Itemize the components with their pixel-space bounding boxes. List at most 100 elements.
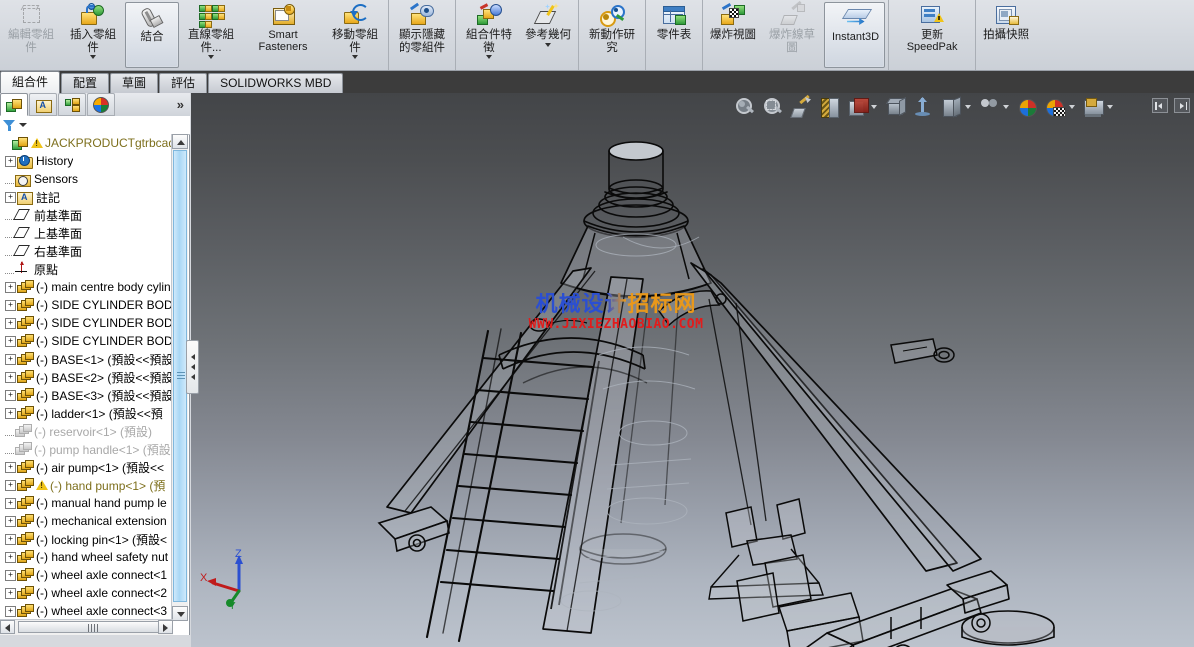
tree-horizontal-scrollbar[interactable] [0,619,173,635]
ribbon-button-new-motion-study[interactable]: 新動作研究 [578,0,643,70]
tree-node[interactable]: + (-) ladder<1> (預設<<預 [0,404,173,422]
expand-node-button[interactable]: + [5,587,16,599]
ribbon-button-take-snapshot[interactable]: 拍攝快照 [975,0,1034,70]
tree-node[interactable]: 原點 [0,260,173,278]
manager-overflow-button[interactable]: » [177,97,184,112]
tree-node[interactable]: + (-) hand pump<1> (預 [0,476,173,494]
ribbon-button-insert-component[interactable]: 插入零組件 [62,0,124,70]
ribbon-button-label: 參考幾何 [525,29,571,41]
chevron-down-icon[interactable] [352,55,358,59]
chevron-down-icon[interactable] [208,55,214,59]
annotations-icon [17,190,33,205]
tree-node[interactable]: + 註記 [0,188,173,206]
ribbon-button-update-speedpak[interactable]: 更新 SpeedPak [888,0,973,70]
tab-2[interactable]: 草圖 [110,73,159,93]
tree-connector [5,426,14,436]
tree-node[interactable]: + (-) SIDE CYLINDER BODY [0,296,173,314]
feature-manager-tab[interactable] [0,93,28,116]
ribbon-button-mate[interactable]: 結合 [125,2,179,68]
graphics-area[interactable]: 机械设计招标网 WWW.JIXIEZHAOBIAO.COM Z X Y [191,93,1194,647]
expand-node-button[interactable]: + [5,497,16,509]
expand-node-button[interactable]: + [5,461,16,473]
tab-4[interactable]: SOLIDWORKS MBD [208,73,344,93]
tree-node[interactable]: + (-) BASE<3> (預設<<預設 [0,386,173,404]
ribbon-button-linear-component-pattern[interactable]: 直線零組件... [180,0,242,70]
tree-node[interactable]: Sensors [0,170,173,188]
scroll-up-button[interactable] [172,134,188,149]
part-icon [17,549,34,565]
plane-icon [15,244,31,259]
tree-connector [5,264,14,274]
tree-node[interactable]: 上基準面 [0,224,173,242]
tree-node[interactable]: + (-) manual hand pump le [0,494,173,512]
display-manager-tab[interactable] [87,93,115,116]
tree-node[interactable]: 右基準面 [0,242,173,260]
expand-node-button[interactable]: + [5,299,16,311]
ribbon-button-instant3d[interactable]: Instant3D [824,2,886,68]
tab-1[interactable]: 配置 [61,73,110,93]
expand-node-button[interactable]: + [5,389,16,401]
tree-node[interactable]: + (-) locking pin<1> (預設< [0,530,173,548]
tree-node[interactable]: + (-) BASE<2> (預設<<預設 [0,368,173,386]
scroll-right-button[interactable] [158,620,173,634]
chevron-down-icon[interactable] [545,42,551,47]
scroll-left-button[interactable] [0,620,15,634]
chevron-down-icon[interactable] [90,55,96,59]
expand-node-button[interactable]: + [5,533,16,545]
expand-node-button[interactable]: + [5,551,16,563]
expand-node-button[interactable]: + [5,479,16,491]
expand-node-button[interactable]: + [5,515,16,527]
tree-node[interactable]: + (-) wheel axle connect<1 [0,566,173,584]
expand-node-button[interactable]: + [5,335,16,347]
tab-0[interactable]: 組合件 [0,71,61,93]
chevron-down-icon[interactable] [486,55,492,59]
chevron-down-icon[interactable] [19,123,27,127]
tree-node[interactable]: JACKPRODUCTgtrbcad ( [0,134,173,152]
ribbon-button-smart-fasteners[interactable]: Smart Fasteners [242,0,324,70]
ribbon-button-move-component[interactable]: 移動零組件 [324,0,386,70]
expand-node-button[interactable]: + [5,605,16,617]
tree-filter-bar[interactable] [0,116,190,135]
scroll-down-button[interactable] [172,606,188,621]
scroll-thumb-vertical[interactable] [173,150,187,602]
feature-tree[interactable]: JACKPRODUCTgtrbcad ( + History Sensors + 註記前基… [0,134,173,621]
expand-node-button[interactable]: + [5,281,16,293]
ribbon-button-bill-of-materials[interactable]: 零件表 [645,0,700,70]
ribbon-button-assembly-features[interactable]: 組合件特徵 [455,0,520,70]
ribbon-button-label: 零件表 [656,29,692,41]
tree-node[interactable]: + (-) BASE<1> (預設<<預設 [0,350,173,368]
model-wireframe[interactable] [191,93,1194,647]
tree-node[interactable]: + (-) hand wheel safety nut [0,548,173,566]
assembly-icon [12,136,28,151]
tree-node[interactable]: + (-) SIDE CYLINDER BODY [0,332,173,350]
property-manager-tab[interactable] [29,93,57,116]
ribbon-button-reference-geometry[interactable]: 參考幾何 [520,0,576,70]
expand-node-button[interactable]: + [5,407,16,419]
tree-node[interactable]: + (-) wheel axle connect<3 [0,602,173,620]
tree-node[interactable]: + History [0,152,173,170]
configuration-manager-tab[interactable] [58,93,86,116]
tree-node[interactable]: + (-) SIDE CYLINDER BODY [0,314,173,332]
expand-node-button[interactable]: + [5,569,16,581]
expand-node-button[interactable]: + [5,155,16,167]
tree-node[interactable]: 前基準面 [0,206,173,224]
expand-node-button[interactable]: + [5,191,16,203]
tree-node-label: JACKPRODUCTgtrbcad ( [45,136,173,150]
expand-node-button[interactable]: + [5,371,16,383]
expand-node-button[interactable]: + [5,317,16,329]
ribbon-button-show-hidden-components[interactable]: 顯示隱藏的零組件 [388,0,453,70]
tree-node[interactable]: + (-) main centre body cylin [0,278,173,296]
panel-splitter-handle[interactable] [186,340,199,394]
ribbon-button-exploded-view[interactable]: 爆炸視圖 [702,0,761,70]
triad-z-label: Z [235,548,242,560]
tab-3[interactable]: 評估 [159,73,208,93]
tree-node[interactable]: + (-) wheel axle connect<2 [0,584,173,602]
bill-of-materials-icon [661,3,687,28]
tree-node[interactable]: (-) pump handle<1> (預設 [0,440,173,458]
tree-connector [5,174,14,184]
scroll-thumb-horizontal[interactable] [18,621,168,633]
tree-node[interactable]: + (-) mechanical extension [0,512,173,530]
expand-node-button[interactable]: + [5,353,16,365]
tree-node[interactable]: (-) reservoir<1> (預設) [0,422,173,440]
tree-node[interactable]: + (-) air pump<1> (預設<< [0,458,173,476]
